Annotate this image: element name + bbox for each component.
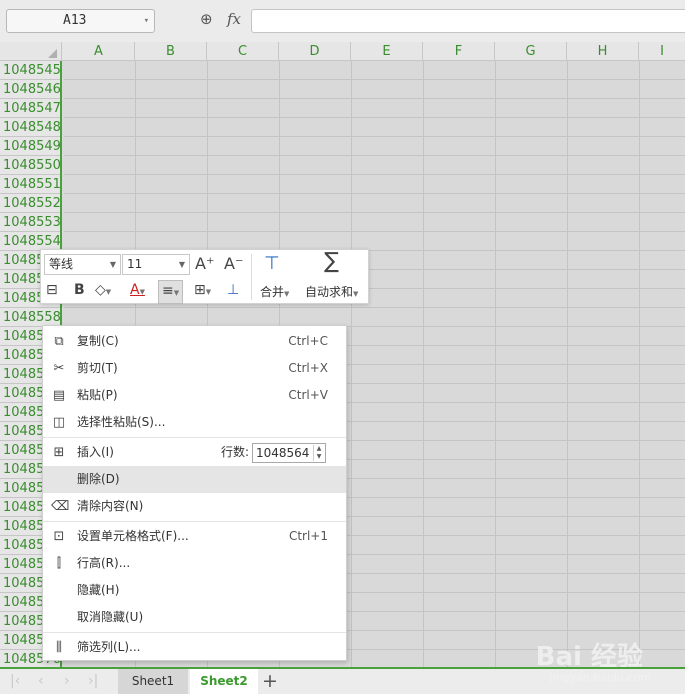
first-sheet-icon[interactable]: |‹ (10, 673, 20, 689)
zoom-icon[interactable]: ⊕ (200, 10, 213, 28)
chevron-down-icon: ▼ (109, 260, 116, 269)
menu-item-hide[interactable]: 隐藏(H) (43, 577, 346, 604)
column-header-f[interactable]: F (423, 42, 495, 61)
row-height-icon: ⫿ (56, 556, 62, 571)
menu-item-row-height[interactable]: ⫿ 行高(R)... (43, 550, 346, 577)
menu-item-cut[interactable]: ✂ 剪切(T) Ctrl+X (43, 355, 346, 382)
bold-button[interactable]: B (74, 280, 85, 300)
prev-sheet-icon[interactable]: ‹ (38, 673, 44, 689)
mini-toolbar: 等线 ▼ 11 ▼ A⁺ A⁻ ⊟ B ◇▼ A▼ ≡▼ ⊞▼ ⊥ ⊤ 合并▼ … (40, 249, 369, 304)
stepper-icon[interactable]: ▲ ▼ (313, 445, 324, 461)
format-painter-icon[interactable]: ⊥ (227, 280, 239, 300)
row-header-item[interactable]: 1048550 (0, 156, 60, 175)
row-header-item[interactable]: 1048548 (0, 118, 60, 137)
insert-icon: ⊞ (53, 445, 65, 460)
menu-item-paste-special[interactable]: ◫ 选择性粘贴(S)... (43, 409, 346, 436)
fill-color-icon[interactable]: ◇▼ (95, 280, 111, 302)
font-name-value: 等线 (49, 257, 74, 271)
merge-label: 合并 (260, 285, 285, 299)
font-name-select[interactable]: 等线 ▼ (44, 254, 121, 275)
sheet-tab-bar: |‹ ‹ › ›| Sheet1 Sheet2 + jingyan.baidu.… (0, 667, 685, 694)
wrap-text-icon[interactable]: ⊟ (46, 280, 58, 300)
column-header-h[interactable]: H (567, 42, 639, 61)
row-header-item[interactable]: 1048553 (0, 213, 60, 232)
menu-item-filter-columns[interactable]: ⫼ 筛选列(L)... (43, 634, 346, 661)
row-header-item[interactable]: 1048546 (0, 80, 60, 99)
menu-item-delete[interactable]: 删除(D) (43, 466, 346, 493)
formula-bar: A13 ▾ ⊕ fx (0, 0, 685, 42)
sigma-icon[interactable]: ∑ (324, 251, 339, 273)
row-header-item[interactable]: 1048551 (0, 175, 60, 194)
last-sheet-icon[interactable]: ›| (88, 673, 98, 689)
decrease-font-button[interactable]: A⁻ (224, 254, 243, 274)
select-all-icon (48, 49, 57, 58)
align-icon[interactable]: ≡▼ (158, 280, 184, 304)
column-header-e[interactable]: E (351, 42, 423, 61)
menu-item-clear-contents[interactable]: ⌫ 清除内容(N) (43, 493, 346, 520)
filter-columns-icon: ⫼ (56, 640, 62, 655)
fx-label[interactable]: fx (227, 10, 241, 28)
font-color-button[interactable]: A▼ (130, 280, 145, 302)
merge-icon[interactable]: ⊤ (264, 254, 280, 274)
tab-sheet2[interactable]: Sheet2 (190, 669, 258, 694)
menu-divider (43, 521, 346, 522)
name-box[interactable]: A13 ▾ (6, 9, 155, 33)
merge-button[interactable]: 合并▼ (260, 283, 289, 300)
chevron-down-icon: ▼ (178, 260, 185, 269)
select-all-corner[interactable] (0, 42, 62, 61)
row-header-item[interactable]: 1048547 (0, 99, 60, 118)
menu-divider (43, 437, 346, 438)
column-header-c[interactable]: C (207, 42, 279, 61)
format-cells-icon: ⊡ (53, 529, 65, 544)
tab-sheet1[interactable]: Sheet1 (118, 669, 188, 694)
font-size-value: 11 (127, 257, 143, 271)
row-header-item[interactable]: 1048545 (0, 61, 60, 80)
paste-icon: ▤ (52, 388, 66, 403)
column-header-g[interactable]: G (495, 42, 567, 61)
row-header-item[interactable]: 1048552 (0, 194, 60, 213)
toolbar-divider (251, 254, 252, 300)
formula-input[interactable] (251, 9, 685, 33)
menu-item-copy[interactable]: ⧉ 复制(C) Ctrl+C (43, 328, 346, 355)
context-menu: ⧉ 复制(C) Ctrl+C ✂ 剪切(T) Ctrl+X ▤ 粘贴(P) Ct… (42, 325, 347, 661)
paste-special-icon: ◫ (52, 415, 66, 430)
chevron-down-icon[interactable]: ▾ (144, 10, 149, 32)
menu-item-insert[interactable]: ⊞ 插入(I) 行数: 1048564 ▲ ▼ (43, 439, 346, 466)
autosum-button[interactable]: 自动求和▼ (305, 283, 358, 300)
menu-item-unhide[interactable]: 取消隐藏(U) (43, 604, 346, 631)
rows-count-label: 行数: (221, 445, 250, 459)
next-sheet-icon[interactable]: › (64, 673, 70, 689)
menu-item-paste[interactable]: ▤ 粘贴(P) Ctrl+V (43, 382, 346, 409)
eraser-icon: ⌫ (51, 499, 70, 514)
column-header-a[interactable]: A (63, 42, 135, 61)
menu-item-format-cells[interactable]: ⊡ 设置单元格格式(F)... Ctrl+1 (43, 523, 346, 550)
row-header-item[interactable]: 1048549 (0, 137, 60, 156)
autosum-label: 自动求和 (305, 285, 354, 299)
scissors-icon: ✂ (53, 361, 65, 376)
column-header-d[interactable]: D (279, 42, 351, 61)
rows-count-input[interactable]: 1048564 ▲ ▼ (252, 443, 326, 463)
add-sheet-button[interactable]: + (262, 670, 278, 692)
column-header-i[interactable]: I (639, 42, 685, 61)
font-size-select[interactable]: 11 ▼ (122, 254, 190, 275)
font-color-letter: A (130, 282, 140, 298)
increase-font-button[interactable]: A⁺ (195, 254, 214, 274)
copy-icon: ⧉ (54, 334, 64, 349)
border-icon[interactable]: ⊞▼ (194, 280, 211, 302)
column-header: A B C D E F G H I (0, 42, 685, 61)
name-box-value: A13 (63, 13, 87, 28)
column-header-b[interactable]: B (135, 42, 207, 61)
watermark-url: jingyan.baidu.com (549, 671, 651, 684)
menu-divider (43, 632, 346, 633)
